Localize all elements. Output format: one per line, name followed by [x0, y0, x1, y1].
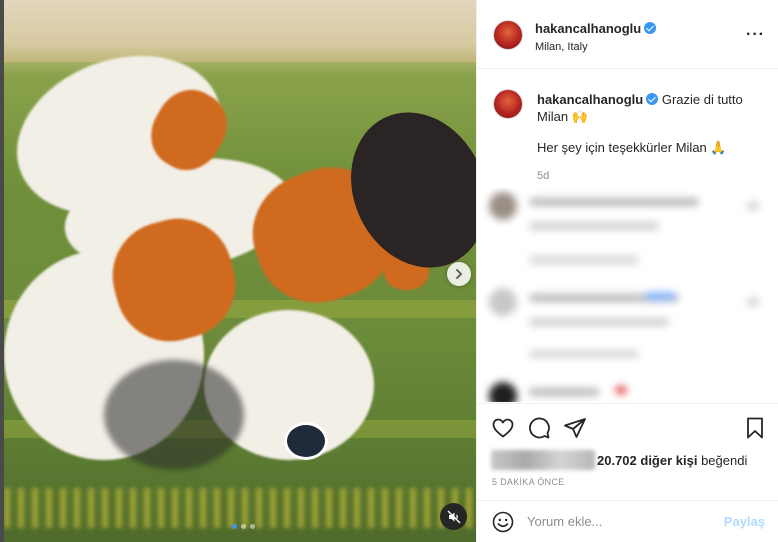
slide-indicator [232, 524, 255, 529]
likers-avatars-redacted [491, 450, 595, 470]
post-actions: 20.702 diğer kişi beğendi 5 DAKİKA ÖNCE [477, 403, 778, 503]
avatar[interactable] [493, 20, 523, 50]
bookmark-icon [747, 417, 763, 439]
photo-shirt-badge [284, 422, 328, 460]
post-caption: hakancalhanoglu Grazie di tutto Milan 🙌 … [477, 69, 778, 189]
like-button[interactable] [491, 416, 515, 445]
more-options-button[interactable]: ··· [746, 26, 765, 44]
photo-shadow [104, 360, 244, 470]
mute-toggle-button[interactable] [440, 503, 467, 530]
chevron-right-icon [456, 269, 462, 279]
post-location[interactable]: Milan, Italy [535, 41, 656, 53]
verified-badge-icon [646, 93, 659, 105]
next-slide-button[interactable] [447, 262, 471, 286]
likes-summary[interactable]: 20.702 diğer kişi beğendi [491, 450, 747, 470]
emoji-button[interactable] [491, 510, 515, 539]
photo-grass [4, 488, 476, 528]
likes-count[interactable]: 20.702 diğer kişi [597, 453, 697, 468]
smiley-icon [492, 511, 514, 533]
post-author-username[interactable]: hakancalhanoglu [535, 21, 641, 36]
comment-bubble-icon [529, 417, 550, 439]
comment-form: Paylaş [477, 500, 778, 542]
save-button[interactable] [743, 416, 767, 445]
caption-age[interactable]: 5d [537, 170, 767, 182]
speaker-muted-icon [447, 510, 460, 523]
post-media[interactable] [4, 0, 476, 542]
heart-icon [492, 418, 514, 438]
verified-badge-icon [644, 22, 657, 34]
slide-dot-active [232, 524, 237, 529]
post-sidebar: hakancalhanoglu Milan, Italy ··· hakanca… [476, 0, 778, 542]
slide-dot [241, 524, 246, 529]
post-header: hakancalhanoglu Milan, Italy ··· [477, 0, 778, 69]
caption-avatar[interactable] [493, 89, 523, 119]
more-horizontal-icon: ··· [746, 26, 765, 43]
post-comment-button[interactable]: Paylaş [724, 514, 765, 529]
slide-dot [250, 524, 255, 529]
caption-translation-line: Her şey için teşekkürler Milan 🙏 [537, 140, 727, 155]
likes-suffix: beğendi [697, 452, 748, 468]
comment-input[interactable] [527, 509, 717, 533]
post-dialog: hakancalhanoglu Milan, Italy ··· hakanca… [0, 0, 778, 542]
caption-line-2: Milan 🙌 [537, 109, 588, 124]
post-timestamp[interactable]: 5 DAKİKA ÖNCE [492, 477, 564, 487]
comments-list [477, 188, 778, 402]
caption-line-1: Grazie di tutto [661, 92, 743, 107]
share-button[interactable] [563, 416, 587, 445]
caption-username[interactable]: hakancalhanoglu [537, 92, 643, 107]
paper-plane-icon [564, 418, 586, 438]
media-background [4, 0, 476, 62]
comment-button[interactable] [527, 416, 551, 445]
list-item [485, 188, 765, 248]
list-item [485, 378, 765, 402]
